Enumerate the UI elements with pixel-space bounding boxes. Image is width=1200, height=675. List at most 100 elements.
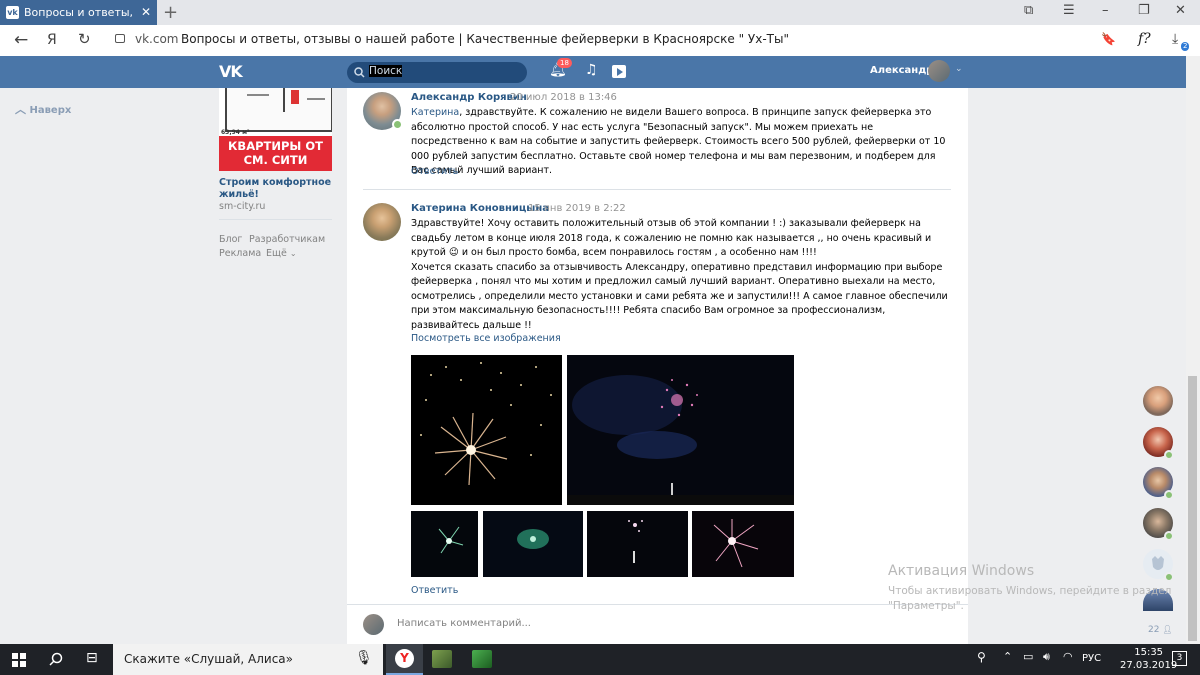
firework-photo[interactable] <box>692 511 794 577</box>
clock[interactable]: 15:35 27.03.2019 <box>1120 646 1177 672</box>
download-icon[interactable]: ⤓ <box>1172 31 1178 47</box>
chat-count[interactable]: 22 👤︎ <box>1148 625 1172 635</box>
download-count: 2 <box>1181 42 1190 51</box>
divider <box>219 219 332 220</box>
chevron-down-icon[interactable]: ⌄ <box>955 64 963 74</box>
online-indicator <box>1164 572 1174 582</box>
divider <box>363 189 951 190</box>
online-indicator <box>1164 490 1174 500</box>
minimize-icon[interactable]: – <box>1102 3 1109 18</box>
chat-avatar[interactable] <box>1143 386 1173 416</box>
online-indicator <box>1164 450 1174 460</box>
microphone-icon[interactable]: 🎙︎ <box>355 650 373 666</box>
notification-badge: 18 <box>557 58 572 68</box>
close-window-icon[interactable]: ✕ <box>1175 3 1186 18</box>
video-icon[interactable] <box>612 65 626 78</box>
lock-icon <box>115 34 125 43</box>
comments-card: Александр Корявин 20 июл 2018 в 13:46 Ка… <box>347 88 968 644</box>
comment-input[interactable]: Написать комментарий... <box>397 618 531 629</box>
search-icon <box>354 67 365 78</box>
comment-text: Здравствуйте! Хочу оставить положительны… <box>411 217 954 333</box>
scrollbar-thumb[interactable] <box>1188 376 1197 641</box>
music-icon[interactable]: ♫ <box>585 62 598 78</box>
footer-developers-link[interactable]: Разработчикам <box>249 234 325 245</box>
firework-photo[interactable] <box>411 511 478 577</box>
ad-area: 63,94 м² <box>221 129 250 136</box>
app-icon[interactable] <box>432 650 452 668</box>
chevron-up-icon: ︿ <box>15 103 26 116</box>
online-indicator <box>392 119 403 130</box>
firework-photo[interactable] <box>567 355 794 505</box>
url-field[interactable]: vk.com Вопросы и ответы, отзывы о нашей … <box>105 28 1120 52</box>
alice-search-box[interactable]: Скажите «Слушай, Алиса» 🎙︎ <box>113 644 383 675</box>
reply-button[interactable]: Ответить <box>411 166 458 177</box>
url-host: vk.com <box>135 32 179 46</box>
footer-more-link[interactable]: Ещё ⌄ <box>266 248 297 259</box>
windows-start-icon[interactable] <box>12 653 26 667</box>
scrollbar[interactable] <box>1186 56 1200 644</box>
firework-photo-image <box>420 362 552 486</box>
windows-taskbar: ⊟ Скажите «Слушай, Алиса» 🎙︎ Y ⚲ ⌃ ▭ 🔊︎ … <box>0 644 1200 675</box>
user-avatar[interactable] <box>928 60 950 82</box>
firework-photo-image <box>628 520 643 563</box>
chevron-up-icon[interactable]: ⌃ <box>1003 650 1012 663</box>
new-tab-button[interactable]: + <box>163 2 178 23</box>
back-icon[interactable]: ← <box>14 30 28 50</box>
comment-date[interactable]: 20 июл 2018 в 13:46 <box>510 92 617 103</box>
ad-image[interactable]: 63,94 м² КВАРТИРЫ ОТ СМ. СИТИ <box>219 88 332 171</box>
battery-icon[interactable]: ▭ <box>1023 650 1033 663</box>
footer-blog-link[interactable]: Блог <box>219 234 242 245</box>
task-view-icon[interactable]: ⊟ <box>86 650 98 666</box>
firework-photo[interactable] <box>411 355 562 505</box>
reply-button[interactable]: Ответить <box>411 585 458 596</box>
firework-photo-image <box>438 526 464 554</box>
back-to-top-link[interactable]: ︿ Наверх <box>15 101 71 117</box>
see-all-images-link[interactable]: Посмотреть все изображения <box>411 333 561 344</box>
yandex-browser-icon: Y <box>395 649 414 668</box>
yandex-icon[interactable]: Я <box>47 32 57 48</box>
volume-icon[interactable]: 🔊︎ <box>1043 650 1050 664</box>
search-icon[interactable] <box>49 652 63 666</box>
people-icon: 👤︎ <box>1162 625 1173 634</box>
url-page-title: Вопросы и ответы, отзывы о нашей работе … <box>181 32 789 46</box>
footer-ads-link[interactable]: Реклама <box>219 248 261 259</box>
formula-icon[interactable]: f? <box>1138 31 1151 47</box>
yandex-browser-taskbar-button[interactable]: Y <box>386 644 423 675</box>
ad-site[interactable]: sm-city.ru <box>219 201 265 212</box>
firework-photo[interactable] <box>483 511 583 577</box>
restore-icon[interactable]: ❐ <box>1138 3 1150 18</box>
commenter-avatar[interactable] <box>363 203 401 241</box>
comment-date[interactable]: 15 янв 2019 в 2:22 <box>528 203 626 214</box>
firework-photo-image <box>517 529 549 549</box>
menu-icon[interactable]: ☰ <box>1063 3 1075 18</box>
people-icon[interactable]: ⚲ <box>977 650 986 664</box>
user-name[interactable]: Александр <box>870 65 933 76</box>
browser-tab[interactable]: vk Вопросы и ответы, отзыв ✕ <box>0 0 157 25</box>
search-input[interactable]: Поиск <box>347 62 527 83</box>
wifi-icon[interactable]: ◠ <box>1063 650 1073 663</box>
vk-logo[interactable]: VK <box>219 62 243 81</box>
activation-watermark-text: Чтобы активировать Windows, перейдите в … <box>888 585 1172 612</box>
floor-plan-image <box>225 88 332 132</box>
reload-icon[interactable]: ↻ <box>78 30 91 48</box>
vk-favicon-icon: vk <box>6 6 19 19</box>
search-placeholder: Поиск <box>369 65 403 77</box>
action-center-icon[interactable]: 3 <box>1172 651 1187 666</box>
firework-photo-image <box>567 375 794 505</box>
ad-title[interactable]: Строим комфортное жильё! <box>219 177 332 201</box>
firework-photo-image <box>713 519 759 568</box>
firework-photo[interactable] <box>587 511 688 577</box>
comment-text: Катерина, здравствуйте. К сожалению не в… <box>411 107 946 176</box>
divider <box>347 604 968 605</box>
bookmark-icon[interactable]: 🔖 <box>1101 32 1116 46</box>
bookmark-panel-icon[interactable]: ⧉ <box>1024 3 1033 18</box>
alice-search-text: Скажите «Слушай, Алиса» <box>124 652 294 666</box>
chevron-down-icon: ⌄ <box>289 249 297 258</box>
excel-icon[interactable] <box>472 650 492 668</box>
clock-date: 27.03.2019 <box>1120 660 1178 671</box>
tab-close-icon[interactable]: ✕ <box>141 0 151 25</box>
mention-link[interactable]: Катерина <box>411 107 459 118</box>
comment-paragraph: Хочется сказать спасибо за отзывчивость … <box>411 261 948 331</box>
language-indicator[interactable]: РУС <box>1082 653 1101 664</box>
clock-time: 15:35 <box>1134 647 1164 658</box>
